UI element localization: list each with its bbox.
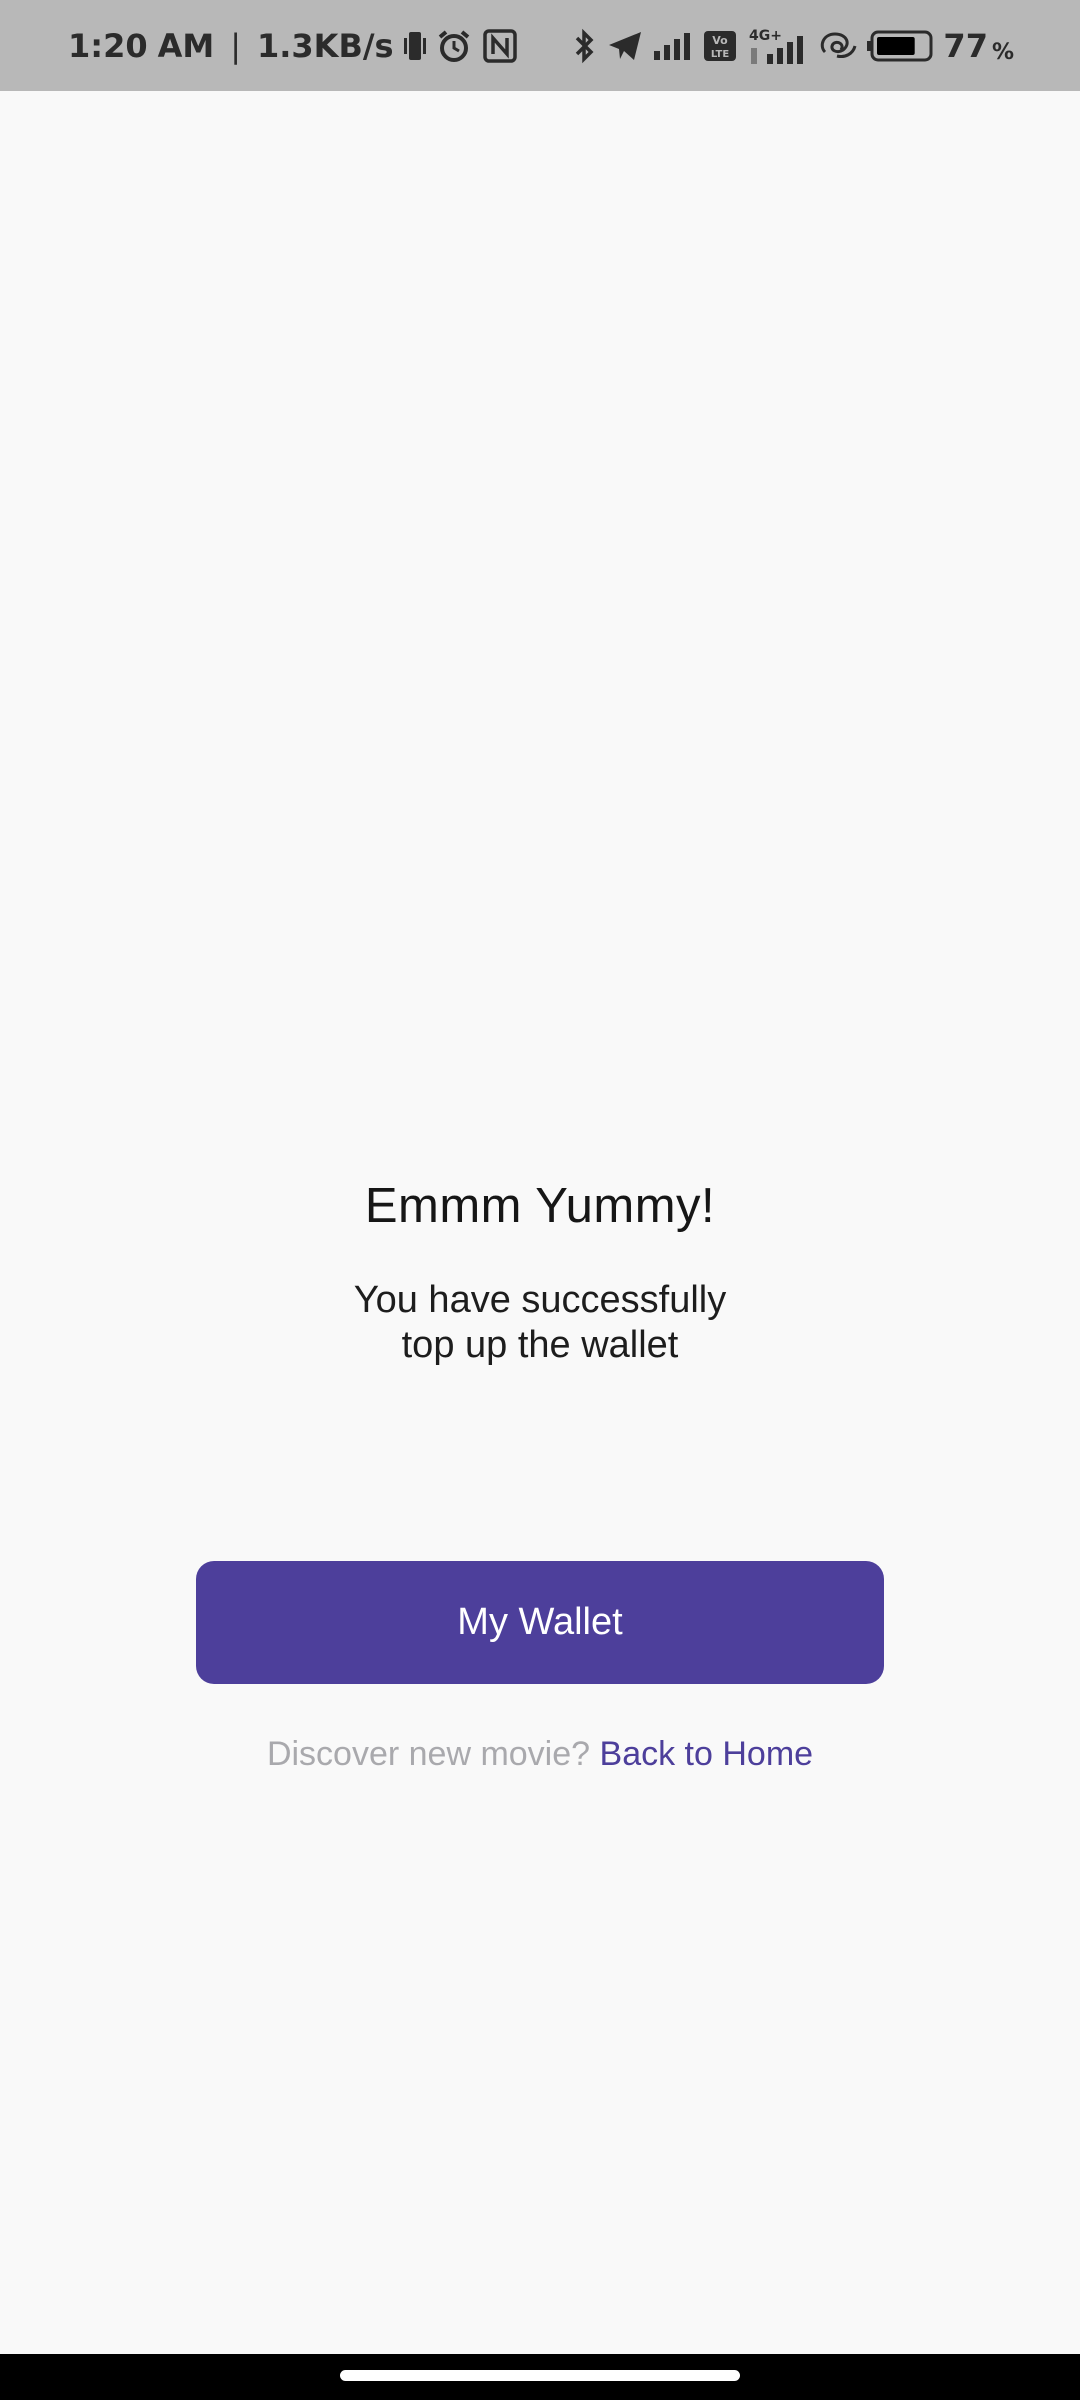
- battery-percent: 77: [943, 26, 988, 65]
- battery-percent-unit: %: [991, 40, 1014, 65]
- telegram-icon: [607, 30, 643, 62]
- success-message-line-2: top up the wallet: [401, 1324, 679, 1366]
- volte-icon: Vo LTE: [703, 30, 737, 62]
- status-left: 1:20 AM | 1.3KB/s: [68, 0, 518, 91]
- success-title: Emmm Yummy!: [364, 1179, 716, 1233]
- status-net-speed: 1.3KB/s: [256, 26, 394, 65]
- success-message: You have successfully top up the wallet: [0, 1278, 1080, 1368]
- discover-prompt: Discover new movie?: [266, 1735, 591, 1773]
- status-time: 1:20: [68, 26, 148, 65]
- vibrate-icon: [403, 28, 426, 64]
- battery-icon: [867, 30, 933, 62]
- screen: 1:20 AM | 1.3KB/s Vo LTE 4G+ 77 % Emmm Y…: [0, 0, 1080, 2400]
- svg-text:LTE: LTE: [711, 49, 730, 60]
- navigation-bar: [0, 2354, 1080, 2400]
- alarm-icon: [436, 28, 472, 64]
- status-bar: 1:20 AM | 1.3KB/s Vo LTE 4G+ 77 %: [0, 0, 1080, 91]
- status-ampm: AM: [157, 26, 215, 65]
- back-home-row: Discover new movie? Back to Home: [0, 1735, 1080, 1774]
- bluetooth-icon: [573, 28, 597, 64]
- home-indicator[interactable]: [340, 2370, 740, 2381]
- back-to-home-link[interactable]: Back to Home: [600, 1735, 814, 1773]
- signal-4g-icon: 4G+: [747, 26, 807, 66]
- my-wallet-button[interactable]: My Wallet: [196, 1561, 884, 1684]
- svg-text:4G+: 4G+: [749, 28, 782, 44]
- nfc-icon: [482, 28, 518, 64]
- hotspot-icon: [817, 28, 857, 64]
- status-separator: |: [230, 26, 241, 65]
- signal-icon: [653, 31, 693, 61]
- success-message-line-1: You have successfully: [353, 1279, 727, 1321]
- svg-text:Vo: Vo: [713, 34, 729, 47]
- status-right: Vo LTE 4G+ 77 %: [573, 0, 1014, 91]
